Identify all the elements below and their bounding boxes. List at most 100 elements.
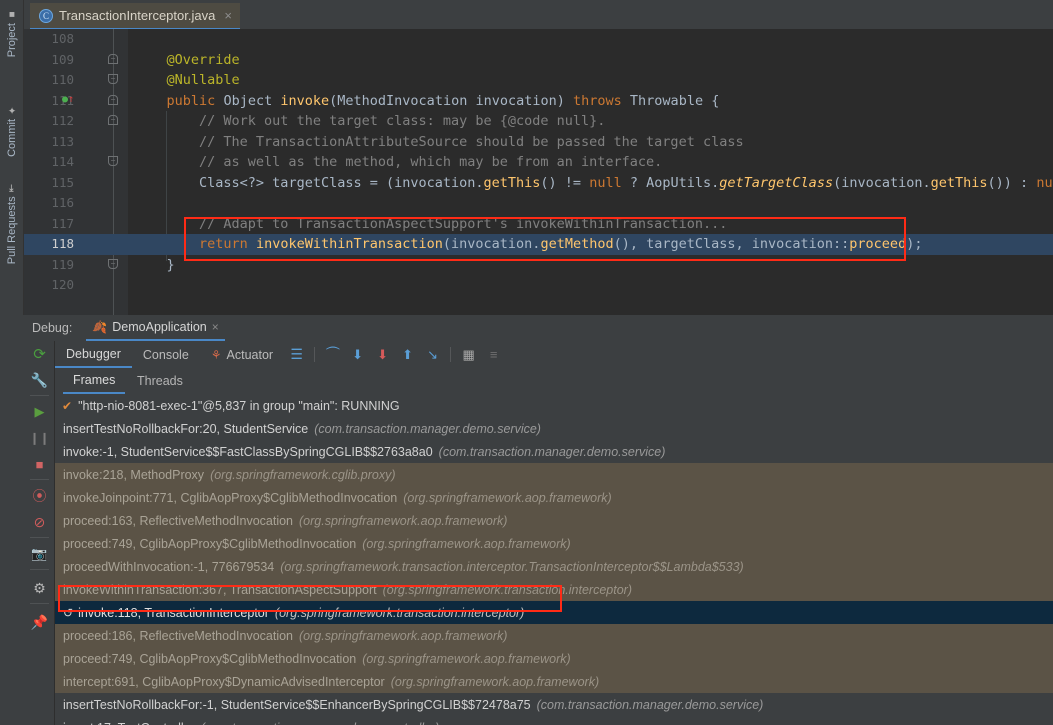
fold-end-icon[interactable]: − — [108, 258, 118, 269]
frame-method-label: proceed:163, ReflectiveMethodInvocation — [63, 513, 294, 528]
rail-item-pull-requests[interactable]: Pull Requests ⇤ — [0, 180, 24, 268]
rail-item-commit-label: Commit — [6, 119, 18, 157]
code-line-118[interactable]: return invokeWithinTransaction(invocatio… — [128, 234, 1053, 255]
step-out-icon[interactable]: ⬆ — [395, 343, 420, 367]
code-editor[interactable]: 108 109−110−111 ●↑ −112−113 114−115 116 117 118… — [24, 29, 1053, 315]
frame-row[interactable]: invokeJoinpoint:771, CglibAopProxy$Cglib… — [55, 486, 1053, 509]
gutter-line-112[interactable]: 112 − — [24, 111, 128, 132]
frames-list[interactable]: ✔ "http-nio-8081-exec-1"@5,837 in group … — [55, 394, 1053, 725]
gutter-line-110[interactable]: 110 − — [24, 70, 128, 91]
close-icon[interactable]: × — [212, 320, 219, 334]
tab-frames[interactable]: Frames — [63, 368, 126, 394]
tab-console[interactable]: Console — [132, 341, 200, 368]
stop-icon[interactable]: ■ — [24, 451, 55, 477]
evaluate-expression-icon[interactable]: ▦ — [456, 343, 481, 367]
tab-threads[interactable]: Threads — [127, 368, 193, 394]
frame-row[interactable]: invokeWithinTransaction:367, Transaction… — [55, 578, 1053, 601]
pin-tab-icon[interactable]: 📌 — [24, 609, 55, 635]
left-tool-rail: Project ■ Commit ✦ Pull Requests ⇤ — [0, 0, 24, 315]
frame-method-label: insertTestNoRollbackFor:-1, StudentServi… — [63, 697, 531, 712]
fold-start-icon[interactable]: − — [108, 115, 118, 125]
mute-breakpoints-icon[interactable]: ⊘ — [24, 509, 55, 535]
tab-threads-label: Threads — [137, 374, 183, 388]
frame-row[interactable]: proceed:749, CglibAopProxy$CglibMethodIn… — [55, 647, 1053, 670]
check-icon: ✔ — [62, 398, 73, 413]
tab-actuator[interactable]: ⚘ Actuator — [200, 341, 284, 368]
resume-program-icon[interactable]: ▶ — [24, 399, 55, 425]
frame-row[interactable]: proceedWithInvocation:-1, 776679534 (org.… — [55, 555, 1053, 578]
code-line-113[interactable]: // The TransactionAttributeSource should… — [128, 132, 1053, 153]
pause-program-icon[interactable]: ❙❙ — [24, 425, 55, 451]
view-breakpoints-icon[interactable]: ⦿ — [24, 483, 55, 509]
fold-start-icon[interactable]: − — [108, 53, 118, 64]
code-line-112[interactable]: // Work out the target class: may be {@c… — [128, 111, 1053, 132]
rail-item-project[interactable]: Project ■ — [0, 4, 24, 61]
debugger-toolbar: Debugger Console ⚘ Actuator ☰ ⏜ ⬇ ⬇ ⬆ ↘ — [55, 341, 1053, 368]
gutter-line-117[interactable]: 117 — [24, 214, 128, 235]
rail-item-commit[interactable]: Commit ✦ — [0, 100, 24, 161]
gutter-line-111[interactable]: 111 ●↑ − — [24, 91, 128, 112]
line-number: 118 — [51, 236, 74, 251]
code-line-120[interactable] — [128, 275, 1053, 296]
thread-row[interactable]: ✔ "http-nio-8081-exec-1"@5,837 in group … — [55, 394, 1053, 417]
line-number: 108 — [51, 31, 74, 46]
rerun-icon[interactable]: ⟳ — [24, 341, 55, 367]
editor-tab-transactioninterceptor[interactable]: C TransactionInterceptor.java × — [30, 3, 240, 30]
code-line-115[interactable]: Class<?> targetClass = (invocation.getTh… — [128, 173, 1053, 194]
frame-row[interactable]: intercept:691, CglibAopProxy$DynamicAdvi… — [55, 670, 1053, 693]
get-thread-dump-icon[interactable]: 📷 — [24, 541, 55, 567]
layout-settings-icon[interactable]: ☰ — [284, 343, 309, 367]
fold-start-icon[interactable]: − — [108, 94, 118, 105]
code-line-114[interactable]: // as well as the method, which may be f… — [128, 152, 1053, 173]
line-number: 109 — [51, 51, 74, 67]
gutter-line-113[interactable]: 113 — [24, 132, 128, 153]
run-configuration-tab[interactable]: 🍂 DemoApplication × — [86, 315, 225, 341]
fold-end-icon[interactable]: − — [108, 156, 118, 166]
gutter-line-120[interactable]: 120 — [24, 275, 128, 296]
code-line-110[interactable]: @Nullable — [128, 70, 1053, 91]
breakpoint-modified-icon[interactable]: ●↑ — [62, 94, 74, 105]
frame-row[interactable]: proceed:749, CglibAopProxy$CglibMethodIn… — [55, 532, 1053, 555]
frame-row[interactable]: insert:17, TestController (com.transactio… — [55, 716, 1053, 725]
code-line-111[interactable]: public Object invoke(MethodInvocation in… — [128, 91, 1053, 112]
line-number: 110 — [51, 72, 74, 87]
gutter-line-119[interactable]: 119 − — [24, 255, 128, 276]
settings-gear-icon[interactable]: ⚙ — [24, 575, 55, 601]
frame-row[interactable]: invoke:-1, StudentService$$FastClassBySp… — [55, 440, 1053, 463]
divider — [30, 603, 49, 604]
show-execution-point-icon[interactable]: ⏜ — [320, 343, 345, 367]
step-into-icon[interactable]: ⬇ — [370, 343, 395, 367]
gutter-line-109[interactable]: 109 − — [24, 50, 128, 71]
code-line-108[interactable] — [128, 29, 1053, 50]
code-line-117[interactable]: // Adapt to TransactionAspectSupport's i… — [128, 214, 1053, 235]
frame-row[interactable]: insertTestNoRollbackFor:20, StudentServi… — [55, 417, 1053, 440]
settings-wrench-icon[interactable]: 🔧 — [24, 367, 55, 393]
frame-row[interactable]: insertTestNoRollbackFor:-1, StudentServi… — [55, 693, 1053, 716]
code-line-116[interactable] — [128, 193, 1053, 214]
thread-row-label: "http-nio-8081-exec-1"@5,837 in group "m… — [78, 398, 400, 413]
gutter-line-116[interactable]: 116 — [24, 193, 128, 214]
editor-tab-label: TransactionInterceptor.java — [59, 8, 216, 23]
frame-package-label: (org.springframework.aop.framework) — [403, 490, 612, 505]
tab-debugger[interactable]: Debugger — [55, 341, 132, 368]
gutter-line-114[interactable]: 114 − — [24, 152, 128, 173]
frame-row-selected[interactable]: ↺ invoke:118, TransactionInterceptor (org.… — [55, 601, 1053, 624]
editor-gutter[interactable]: 108 109−110−111 ●↑ −112−113 114−115 116 117 118… — [24, 29, 128, 315]
line-number: 117 — [51, 215, 74, 231]
frame-row[interactable]: proceed:163, ReflectiveMethodInvocation (… — [55, 509, 1053, 532]
frame-row[interactable]: proceed:186, ReflectiveMethodInvocation (… — [55, 624, 1053, 647]
close-icon[interactable]: × — [224, 8, 232, 23]
run-to-cursor-icon[interactable]: ↘ — [420, 343, 445, 367]
frame-row[interactable]: invoke:218, MethodProxy (org.springframew… — [55, 463, 1053, 486]
code-area[interactable]: @Override @Nullable public Object invoke… — [128, 29, 1053, 315]
actuator-icon: ⚘ — [210, 347, 222, 362]
frame-package-label: (org.springframework.aop.framework) — [299, 628, 508, 643]
gutter-line-108[interactable]: 108 — [24, 29, 128, 50]
code-line-109[interactable]: @Override — [128, 50, 1053, 71]
step-over-icon[interactable]: ⬇ — [345, 343, 370, 367]
gutter-line-115[interactable]: 115 — [24, 173, 128, 194]
code-line-119[interactable]: } — [128, 255, 1053, 276]
filter-frames-icon[interactable]: ≡ — [481, 343, 506, 367]
fold-end-icon[interactable]: − — [108, 74, 118, 84]
gutter-line-118[interactable]: 118 — [24, 234, 128, 255]
